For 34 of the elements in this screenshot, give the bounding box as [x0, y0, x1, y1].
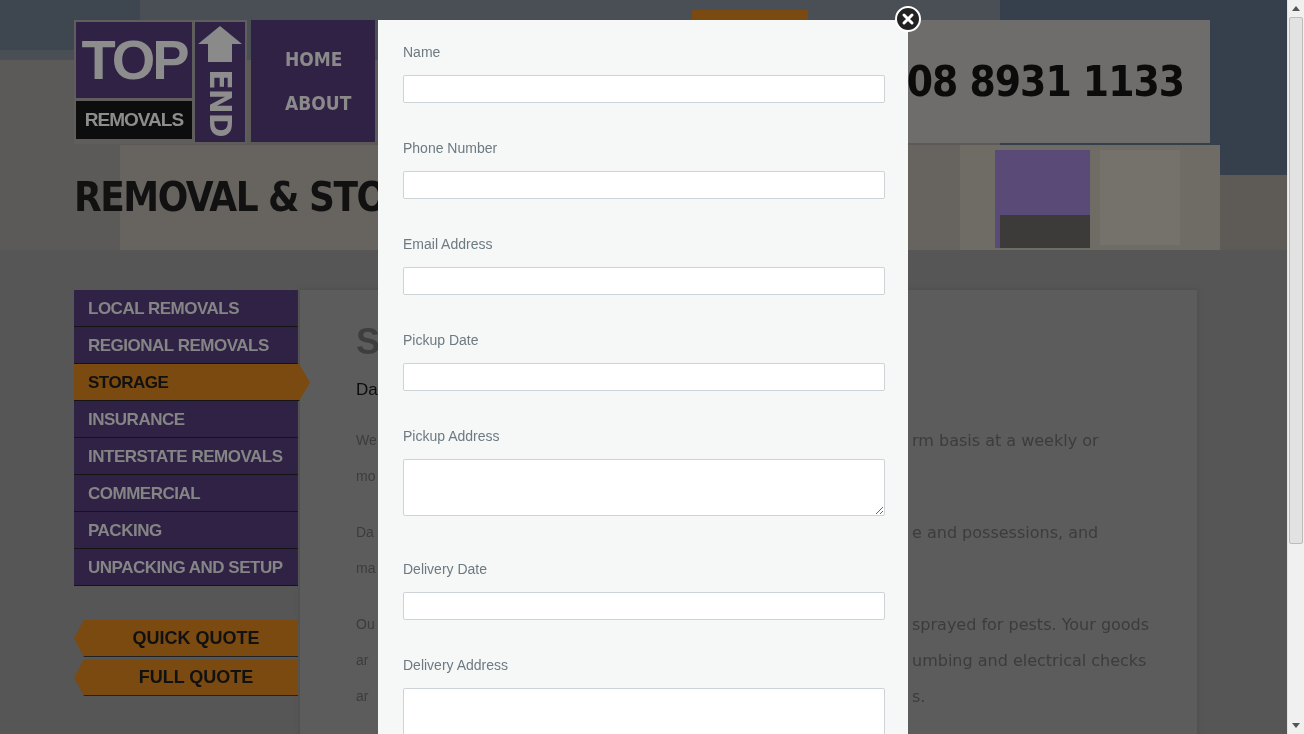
scrollbar-thumb[interactable] [1289, 17, 1303, 544]
input-field[interactable] [403, 75, 885, 103]
text-area[interactable] [403, 459, 885, 516]
scrollbar[interactable] [1287, 0, 1304, 734]
sidebar-item[interactable]: INTERSTATE REMOVALS [74, 438, 298, 475]
sidebar-item[interactable]: PACKING [74, 512, 298, 549]
field-label: Delivery Address [403, 657, 510, 673]
logo-text: TOP [76, 22, 192, 98]
input-field[interactable] [403, 267, 885, 295]
sidebar-item[interactable]: REGIONAL REMOVALS [74, 327, 298, 364]
sidebar-item[interactable]: COMMERCIAL [74, 475, 298, 512]
content-subheading: Da [356, 379, 378, 401]
sidebar-item[interactable]: STORAGE [74, 364, 310, 401]
field-label: Delivery Date [403, 561, 489, 577]
phone-number: 08 8931 1133 [906, 56, 1184, 107]
field-label: Pickup Address [403, 428, 501, 444]
input-field[interactable] [403, 592, 885, 620]
input-field[interactable] [403, 171, 885, 199]
text-area[interactable] [403, 688, 885, 734]
sidebar-item[interactable]: UNPACKING AND SETUP [74, 549, 298, 586]
logo-text: REMOVALS [76, 101, 192, 139]
field-label: Email Address [403, 236, 494, 252]
sidebar-item[interactable]: LOCAL REMOVALS [74, 290, 298, 327]
nav-link[interactable]: HOME [285, 46, 343, 72]
sidebar-item[interactable]: INSURANCE [74, 401, 298, 438]
house-arrow-icon [198, 26, 242, 62]
field-label: Name [403, 44, 442, 60]
field-label: Pickup Date [403, 332, 480, 348]
field-label: Phone Number [403, 140, 499, 156]
logo-text: END [205, 69, 235, 137]
quote-button[interactable]: FULL QUOTE [74, 659, 298, 696]
nav-link[interactable]: ABOUT [285, 90, 352, 116]
input-field[interactable] [403, 363, 885, 391]
quote-button[interactable]: QUICK QUOTE [74, 620, 298, 657]
